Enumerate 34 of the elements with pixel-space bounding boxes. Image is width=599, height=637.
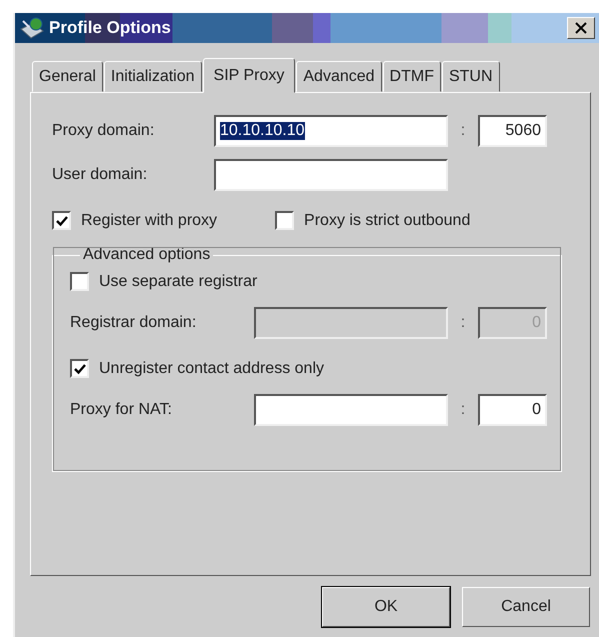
field-label: User domain: [52,166,148,184]
tab[interactable]: Initialization [104,61,202,92]
field-label: Proxy for NAT: [70,401,173,419]
port-field[interactable]: 5060 [478,115,547,147]
text-field[interactable] [254,394,448,426]
port-field[interactable]: 0 [478,394,547,426]
group-title: Advanced options [82,246,212,264]
checkbox[interactable] [275,211,294,230]
checkbox-label: Proxy is strict outbound [304,212,470,230]
colon-separator: : [460,122,466,140]
checkmark-icon [56,214,68,226]
checkbox-label: Use separate registrar [99,272,258,290]
close-icon [574,22,588,34]
colon-separator: : [460,401,466,419]
checkbox[interactable] [70,359,89,378]
close-button[interactable] [567,17,595,39]
tab[interactable]: General [32,61,103,92]
field-label: Registrar domain: [70,314,198,332]
tab[interactable]: SIP Proxy [202,58,296,93]
field-label: Proxy domain: [52,122,156,140]
checkbox[interactable] [52,211,71,230]
checkbox[interactable] [70,272,89,291]
tab[interactable]: DTMF [382,61,441,92]
text-field[interactable]: 10.10.10.10 [214,115,448,147]
tab[interactable]: STUN [442,61,500,92]
text-field[interactable] [214,159,448,191]
dialog-button[interactable]: Cancel [462,587,590,627]
checkbox-label: Register with proxy [81,212,218,230]
tab[interactable]: Advanced [296,61,382,92]
dialog-button[interactable]: OK [322,587,450,627]
colon-separator: : [460,314,466,332]
checkmark-icon [74,362,86,374]
window-title: Profile Options [49,18,172,38]
checkbox-label: Unregister contact address only [99,360,324,378]
